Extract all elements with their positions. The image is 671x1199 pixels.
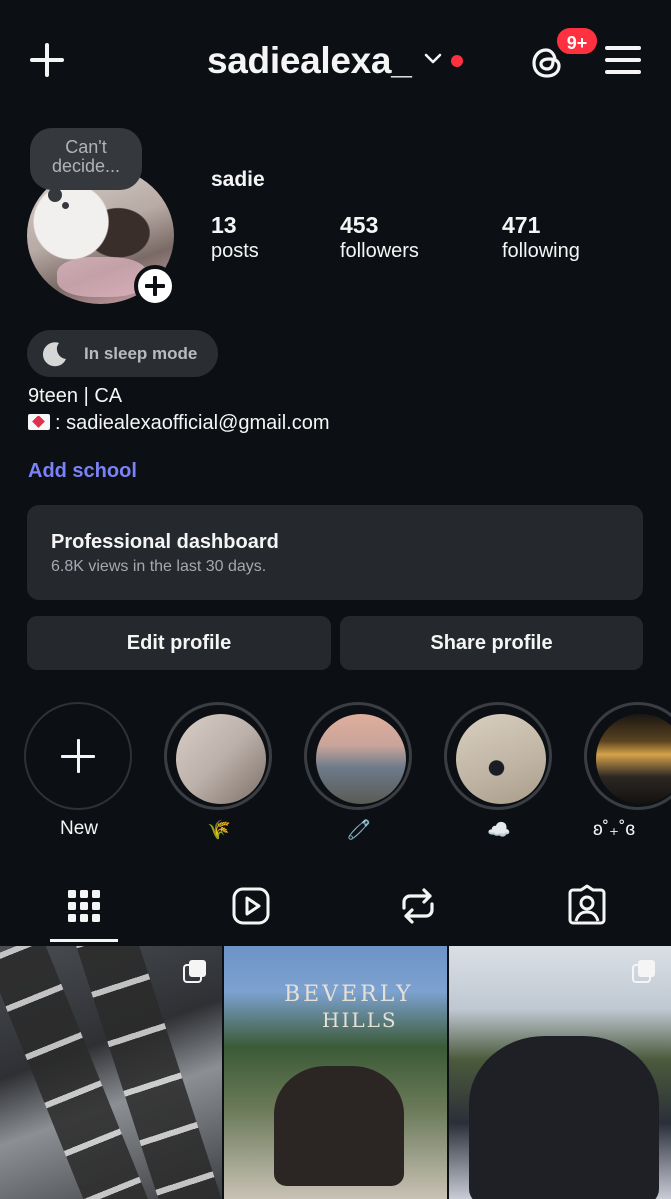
highlight-cover: [456, 714, 546, 804]
menu-icon[interactable]: [605, 44, 641, 76]
following-count[interactable]: 471 following: [502, 212, 580, 264]
status-text: In sleep mode: [84, 344, 198, 363]
status-pill[interactable]: In sleep mode: [27, 330, 218, 377]
grid-post[interactable]: [449, 946, 671, 1199]
reposts-icon[interactable]: [396, 884, 440, 928]
moon-icon: [42, 342, 66, 367]
notification-badge[interactable]: 9+: [555, 26, 599, 56]
stat-label: followers: [340, 240, 419, 262]
highlight-label: 🧷: [347, 820, 371, 841]
grid-post[interactable]: [0, 946, 222, 1199]
stat-value: 13: [211, 212, 237, 238]
carousel-icon: [183, 960, 206, 983]
active-tab-indicator: [50, 939, 118, 942]
highlight-cover: [176, 714, 266, 804]
sign-text: HILLS: [322, 1008, 398, 1032]
highlight-label: ☁️: [487, 820, 511, 841]
followers-count[interactable]: 453 followers: [340, 212, 419, 264]
bio-line-1: 9teen | CA: [28, 385, 123, 407]
create-icon[interactable]: [28, 41, 66, 79]
stat-label: following: [502, 240, 580, 262]
highlight-ring: [444, 702, 552, 810]
carousel-icon: [632, 960, 655, 983]
highlight-label: New: [59, 818, 98, 839]
note-tail: [48, 188, 62, 202]
highlight-label: ʚ˚₊˚ɞ: [593, 819, 635, 840]
people-figure: [469, 1036, 659, 1199]
highlight-ring: [304, 702, 412, 810]
display-name: sadie: [211, 168, 265, 191]
highlight-ring: [584, 702, 671, 810]
tagged-icon[interactable]: [565, 884, 609, 928]
profile-page: sadiealexa_ 9+ Can't decide... sadie 13 …: [0, 0, 671, 1199]
highlight-label: 🌾: [207, 820, 231, 841]
unread-dot: [451, 55, 463, 67]
bio-line-2: : sadiealexaofficial@gmail.com: [28, 412, 330, 435]
stat-value: 471: [502, 212, 541, 238]
highlight-cover: [316, 714, 406, 804]
professional-dashboard[interactable]: Professional dashboard 6.8K views in the…: [27, 505, 643, 600]
chevron-down-icon[interactable]: [424, 52, 442, 66]
sign-text: BEVERLY: [284, 982, 414, 1007]
note-text: Can't decide...: [51, 137, 121, 176]
grid-post[interactable]: BEVERLY HILLS: [224, 946, 447, 1199]
add-school-link[interactable]: Add school: [28, 460, 137, 483]
add-story-button[interactable]: [134, 265, 176, 307]
share-profile-button[interactable]: Share profile: [340, 616, 643, 670]
bio-email: : sadiealexaofficial@gmail.com: [55, 412, 330, 434]
stat-value: 453: [340, 212, 379, 238]
grid-icon[interactable]: [62, 884, 106, 928]
highlight-ring: [164, 702, 272, 810]
posts-count[interactable]: 13 posts: [211, 212, 259, 264]
people-figure: [274, 1066, 404, 1186]
love-letter-icon: [28, 414, 50, 430]
dashboard-subtitle: 6.8K views in the last 30 days.: [51, 558, 267, 575]
stat-label: posts: [211, 240, 259, 262]
note-tail-small: [62, 202, 69, 209]
highlight-cover: [596, 714, 671, 804]
edit-profile-button[interactable]: Edit profile: [27, 616, 331, 670]
account-username[interactable]: sadiealexa_: [207, 40, 412, 82]
note-bubble[interactable]: Can't decide...: [30, 128, 142, 190]
reels-icon[interactable]: [229, 884, 273, 928]
dashboard-title: Professional dashboard: [51, 531, 279, 553]
plus-icon: [24, 702, 132, 810]
